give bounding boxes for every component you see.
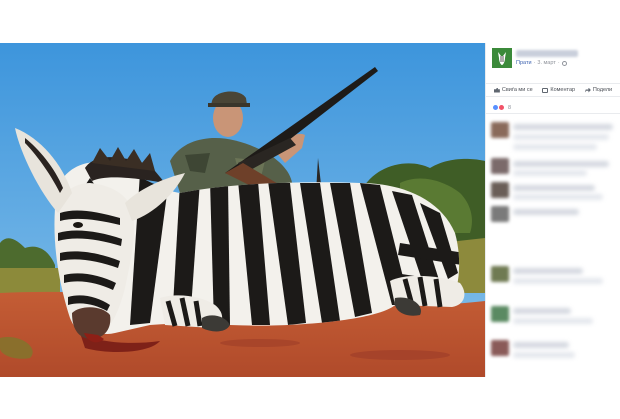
comment-text-blurred	[513, 268, 583, 274]
comment-label: Коментар	[550, 87, 576, 93]
comment-text-blurred	[513, 209, 579, 215]
share-button[interactable]: Подели	[584, 87, 613, 93]
reaction-count: 8	[508, 104, 512, 111]
comment-item[interactable]	[491, 182, 615, 202]
comment-text-blurred	[513, 161, 609, 167]
like-label: Свиѓа ми се	[501, 87, 533, 93]
post-meta: Прати · 3. март ·	[516, 60, 567, 66]
comment-avatar[interactable]	[491, 206, 509, 222]
comment-item[interactable]	[491, 158, 615, 178]
post-header: Прати · 3. март ·	[492, 47, 618, 71]
meta-separator: ·	[533, 60, 536, 66]
comment-text-blurred	[513, 318, 593, 324]
comment-item[interactable]	[491, 206, 615, 226]
comment-text-blurred	[513, 352, 575, 358]
zebra-head-logo-icon	[492, 48, 512, 68]
post-date[interactable]: 3. март	[537, 60, 555, 66]
comment-text-blurred	[513, 144, 597, 150]
post-side-panel: Прати · 3. март · Свиѓа ми се Коментар П…	[485, 43, 620, 377]
globe-icon	[561, 60, 567, 66]
follow-link[interactable]: Прати	[516, 60, 532, 66]
like-button[interactable]: Свиѓа ми се	[493, 87, 533, 93]
post-actions-bar: Свиѓа ми се Коментар Подели	[486, 83, 620, 97]
page-bottom-blank	[0, 377, 620, 419]
author-name[interactable]	[516, 50, 578, 57]
comment-avatar[interactable]	[491, 158, 509, 174]
comment-icon	[542, 87, 549, 93]
comment-text-blurred	[513, 308, 571, 314]
meta-separator-2: ·	[557, 60, 560, 66]
comment-text-blurred	[513, 124, 613, 130]
comment-avatar[interactable]	[491, 182, 509, 198]
reactions-summary[interactable]: 8	[492, 104, 511, 111]
comment-text-blurred	[513, 185, 595, 191]
comment-item[interactable]	[491, 266, 615, 290]
comment-text-blurred	[513, 342, 569, 348]
comment-text-blurred	[513, 134, 609, 140]
hunting-photo	[0, 43, 485, 377]
comment-item[interactable]	[491, 306, 615, 330]
share-label: Подели	[592, 87, 613, 93]
author-avatar[interactable]	[492, 48, 512, 68]
comment-text-blurred	[513, 194, 603, 200]
comment-text-blurred	[513, 278, 603, 284]
share-arrow-icon	[584, 87, 591, 93]
post-photo[interactable]	[0, 43, 485, 377]
comment-avatar[interactable]	[491, 306, 509, 322]
comments-list	[486, 113, 620, 377]
haha-reaction-icon	[498, 104, 505, 111]
comment-avatar[interactable]	[491, 122, 509, 138]
comment-text-blurred	[513, 170, 587, 176]
comment-button[interactable]: Коментар	[542, 87, 575, 93]
comment-avatar[interactable]	[491, 266, 509, 282]
thumbs-up-icon	[493, 87, 500, 93]
comment-item[interactable]	[491, 340, 615, 364]
comment-avatar[interactable]	[491, 340, 509, 356]
